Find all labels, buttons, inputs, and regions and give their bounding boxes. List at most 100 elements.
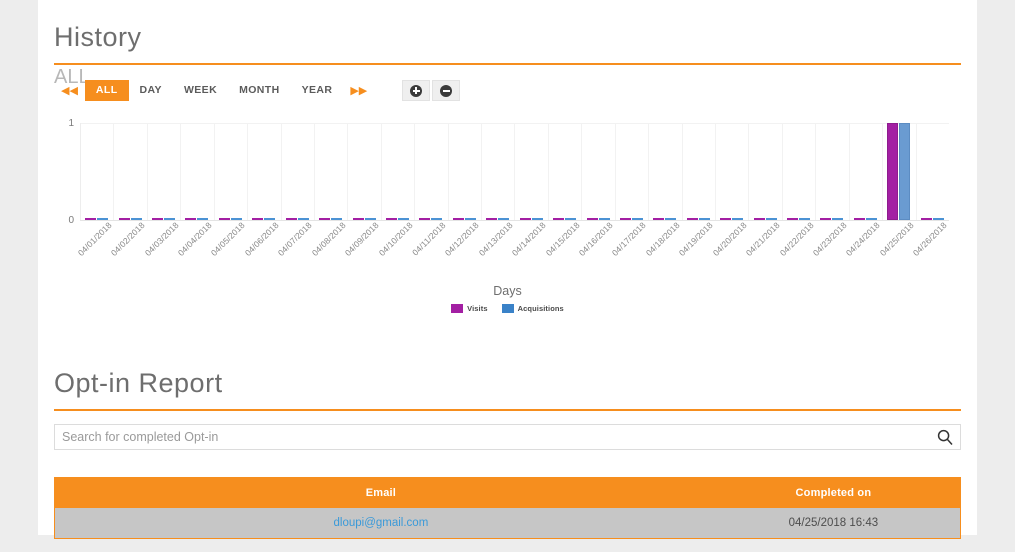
bar-visits[interactable] [118,218,130,220]
bar-visits[interactable] [252,218,264,220]
x-axis-tick: 04/10/2018 [376,220,414,280]
bar-visits[interactable] [486,218,498,220]
x-axis-tick-label: 04/12/2018 [443,220,482,258]
chart-bars [80,123,949,220]
x-axis-tick-label: 04/25/2018 [877,220,916,258]
x-axis-tick-label: 04/23/2018 [810,220,849,258]
bar-group [80,123,113,220]
content-panel: History ALL ◀◀ ALL DAY WEEK MONTH YEAR ▶… [38,0,977,539]
bar-group [281,123,314,220]
legend-item-visits[interactable]: Visits [451,304,488,313]
bar-visits[interactable] [519,218,531,220]
x-axis-tick: 04/09/2018 [343,220,381,280]
bar-visits[interactable] [619,218,631,220]
x-axis-tick: 04/26/2018 [911,220,949,280]
bar-group [748,123,781,220]
bar-visits[interactable] [352,218,364,220]
x-axis-tick-label: 04/19/2018 [677,220,715,258]
bar-visits[interactable] [152,218,164,220]
bar-visits[interactable] [452,218,464,220]
period-button-year[interactable]: YEAR [291,80,344,101]
x-axis-tick-label: 04/04/2018 [175,220,214,258]
bar-visits[interactable] [218,218,230,220]
bar-group [882,123,915,220]
bar-visits[interactable] [686,218,698,220]
next-period-icon[interactable]: ▶▶ [343,82,374,100]
cell-completed-on: 04/25/2018 16:43 [706,508,961,539]
bar-visits[interactable] [787,218,799,220]
bar-visits[interactable] [319,218,331,220]
x-axis-tick-label: 04/16/2018 [576,220,615,258]
bar-group [381,123,414,220]
period-button-week[interactable]: WEEK [173,80,228,101]
x-axis-title: Days [493,284,522,298]
x-axis-labels: 04/01/2018 04/02/2018 04/03/2018 04/04/2018… [76,220,949,280]
x-axis-tick-label: 04/26/2018 [911,220,949,258]
x-axis-tick: 04/02/2018 [109,220,147,280]
bar-visits[interactable] [853,218,865,220]
bar-visits[interactable] [85,218,97,220]
search-row [54,424,961,450]
bar-visits[interactable] [820,218,832,220]
x-axis-tick-label: 04/21/2018 [743,220,782,258]
period-button-day[interactable]: DAY [129,80,173,101]
zoom-in-button[interactable] [402,80,431,101]
bar-visits[interactable] [553,218,565,220]
optin-page-title: Opt-in Report [54,368,223,398]
bar-visits[interactable] [653,218,665,220]
bar-acquisitions[interactable] [899,123,911,220]
x-axis-tick-label: 04/03/2018 [142,220,181,258]
x-axis-tick: 04/07/2018 [276,220,314,280]
email-link[interactable]: dloupi@gmail.com [334,517,429,529]
bar-visits[interactable] [386,218,397,220]
x-axis-tick-label: 04/11/2018 [410,220,448,258]
bar-visits[interactable] [586,218,598,220]
app-screen: History ALL ◀◀ ALL DAY WEEK MONTH YEAR ▶… [0,0,1015,552]
column-header-email[interactable]: Email [54,477,707,508]
period-button-month[interactable]: MONTH [228,80,291,101]
bar-group [682,123,715,220]
x-axis-tick: 04/21/2018 [744,220,782,280]
legend-item-acquisitions[interactable]: Acquisitions [501,304,564,313]
prev-period-icon[interactable]: ◀◀ [54,82,85,100]
x-axis-tick-label: 04/22/2018 [777,220,816,258]
period-button-all[interactable]: ALL [84,80,129,101]
bar-group [581,123,614,220]
search-icon[interactable] [936,428,954,446]
x-axis-tick-label: 04/17/2018 [610,220,649,258]
optin-title-divider [54,409,961,411]
bar-visits[interactable] [285,218,297,220]
bar-group [414,123,447,220]
bar-visits[interactable] [753,218,765,220]
search-input[interactable] [54,424,961,450]
bar-visits[interactable] [185,218,197,220]
legend-swatch-acquisitions [501,304,514,313]
table-body: dloupi@gmail.com 04/25/2018 16:43 [54,508,961,539]
bar-visits[interactable] [887,123,899,220]
bar-visits[interactable] [419,218,431,220]
bar-group [615,123,648,220]
history-page-title: History [54,22,142,52]
x-axis-tick-label: 04/06/2018 [242,220,281,258]
period-button-row: ◀◀ ALL DAY WEEK MONTH YEAR ▶▶ [54,80,461,101]
zoom-out-icon [440,84,453,97]
bar-group [815,123,848,220]
zoom-controls [402,80,461,101]
zoom-in-icon [410,84,423,97]
x-axis-tick-label: 04/10/2018 [376,220,415,258]
bar-group [782,123,815,220]
optin-table: Email Completed on dloupi@gmail.com 04/25… [54,477,961,539]
bar-visits[interactable] [920,218,932,220]
legend-label-acquisitions: Acquisitions [517,304,564,313]
x-axis-tick-label: 04/14/2018 [509,220,548,258]
x-axis-tick-label: 04/05/2018 [209,220,248,258]
period-selector: ALL ◀◀ ALL DAY WEEK MONTH YEAR ▶▶ [54,67,961,101]
zoom-out-button[interactable] [432,80,461,101]
bar-visits[interactable] [720,218,732,220]
bar-group [648,123,681,220]
x-axis-tick-label: 04/20/2018 [710,220,749,258]
bar-group [849,123,882,220]
x-axis-tick-label: 04/15/2018 [543,220,582,258]
column-header-completed-on[interactable]: Completed on [706,477,961,508]
x-axis-tick-label: 04/08/2018 [309,220,348,258]
